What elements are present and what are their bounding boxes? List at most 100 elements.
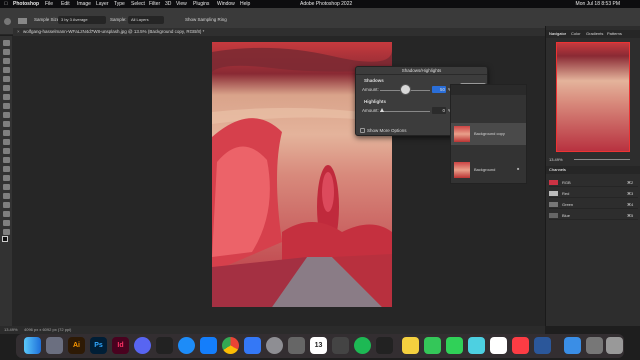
maps-icon[interactable] xyxy=(468,337,485,354)
history-brush-tool-icon[interactable] xyxy=(3,130,10,136)
layer-row-background-copy[interactable]: Background copy xyxy=(451,123,526,145)
foreground-color-swatch[interactable] xyxy=(2,236,8,242)
channel-shortcut: ⌘4 xyxy=(627,202,634,207)
stamp-tool-icon[interactable] xyxy=(3,121,10,127)
tab-patterns[interactable]: Patterns xyxy=(607,30,622,38)
frame-tool-icon[interactable] xyxy=(3,85,10,91)
highlights-slider-thumb[interactable] xyxy=(380,108,384,112)
keychain-icon[interactable] xyxy=(288,337,305,354)
dodge-tool-icon[interactable] xyxy=(3,166,10,172)
brush-tool-icon[interactable] xyxy=(3,112,10,118)
marquee-tool-icon[interactable] xyxy=(3,49,10,55)
show-more-options-label: Show More Options xyxy=(367,128,407,133)
tab-color[interactable]: Color xyxy=(571,30,581,38)
status-document-info: 4096 px x 6092 px (72 ppi) xyxy=(24,327,72,332)
folder-icon[interactable] xyxy=(564,337,581,354)
mail-icon[interactable] xyxy=(244,337,261,354)
move-tool-icon[interactable] xyxy=(3,40,10,46)
discord-icon[interactable] xyxy=(134,337,151,354)
sample-select[interactable]: All Layers xyxy=(128,16,164,24)
messages-icon[interactable] xyxy=(424,337,441,354)
launchpad-icon[interactable] xyxy=(46,337,63,354)
illustrator-icon[interactable]: Ai xyxy=(68,337,85,354)
menu-help[interactable]: Help xyxy=(240,0,250,8)
gradient-tool-icon[interactable] xyxy=(3,148,10,154)
hand-tool-icon[interactable] xyxy=(3,211,10,217)
menu-type[interactable]: Type xyxy=(114,0,125,8)
channel-row-blue[interactable]: Blue ⌘5 xyxy=(549,211,638,220)
home-icon[interactable] xyxy=(4,18,11,25)
path-select-tool-icon[interactable] xyxy=(3,193,10,199)
indesign-icon[interactable]: Id xyxy=(112,337,129,354)
menu-filter[interactable]: Filter xyxy=(149,0,160,8)
shadows-amount-input[interactable]: 50 xyxy=(432,86,446,93)
app-store-icon[interactable] xyxy=(200,337,217,354)
type-tool-icon[interactable] xyxy=(3,184,10,190)
document-tab[interactable]: wolfgang-hasselmann-WFaLzN4d7W8-unsplash… xyxy=(23,28,204,36)
menu-select[interactable]: Select xyxy=(131,0,145,8)
layer-row-background[interactable]: Background ■ xyxy=(451,159,526,181)
menu-window[interactable]: Window xyxy=(217,0,235,8)
menu-layer[interactable]: Layer xyxy=(96,0,109,8)
channel-row-red[interactable]: Red ⌘3 xyxy=(549,189,638,198)
eyedropper-tool-icon[interactable] xyxy=(3,94,10,100)
apple-icon[interactable]:  xyxy=(4,0,8,8)
shape-tool-icon[interactable] xyxy=(3,202,10,208)
eraser-tool-icon[interactable] xyxy=(3,139,10,145)
menu-edit[interactable]: Edit xyxy=(61,0,70,8)
blur-tool-icon[interactable] xyxy=(3,157,10,163)
shadows-amount-slider[interactable] xyxy=(380,84,430,95)
terminal-icon[interactable] xyxy=(376,337,393,354)
menu-3d[interactable]: 3D xyxy=(165,0,171,8)
facetime-icon[interactable] xyxy=(446,337,463,354)
photoshop-icon[interactable]: Ps xyxy=(90,337,107,354)
chrome-icon[interactable] xyxy=(222,337,239,354)
notes-icon[interactable] xyxy=(402,337,419,354)
menu-file[interactable]: File xyxy=(45,0,53,8)
shadows-slider-thumb[interactable] xyxy=(400,84,411,95)
show-sampling-ring-checkbox[interactable]: Show Sampling Ring xyxy=(185,17,227,22)
downloads-stack-icon[interactable] xyxy=(586,337,603,354)
channel-name: Red xyxy=(562,191,570,196)
finder-icon[interactable] xyxy=(24,337,41,354)
zoom-tool-icon[interactable] xyxy=(3,220,10,226)
settings-icon[interactable] xyxy=(266,337,283,354)
calendar-icon[interactable]: 13 xyxy=(310,337,327,354)
quick-select-tool-icon[interactable] xyxy=(3,67,10,73)
spotify-icon[interactable] xyxy=(354,337,371,354)
trash-icon[interactable] xyxy=(606,337,623,354)
photos-icon[interactable] xyxy=(490,337,507,354)
menu-plugins[interactable]: Plugins xyxy=(193,0,209,8)
navigator-preview[interactable] xyxy=(556,42,630,152)
tab-gradients[interactable]: Gradients xyxy=(586,30,603,38)
show-more-options-checkbox[interactable] xyxy=(360,128,365,133)
menu-image[interactable]: Image xyxy=(77,0,91,8)
tab-navigator[interactable]: Navigator xyxy=(549,30,566,38)
unity-icon[interactable] xyxy=(156,337,173,354)
crop-tool-icon[interactable] xyxy=(3,76,10,82)
pen-tool-icon[interactable] xyxy=(3,175,10,181)
status-zoom[interactable]: 13.49% xyxy=(4,326,18,334)
menu-app-name[interactable]: Photoshop xyxy=(13,0,39,8)
navigator-zoom-slider[interactable] xyxy=(574,159,630,160)
healing-tool-icon[interactable] xyxy=(3,103,10,109)
more-tools-icon[interactable] xyxy=(3,229,10,235)
layers-panel-header xyxy=(451,85,526,95)
channels-header[interactable]: Channels xyxy=(546,166,640,174)
layer-thumbnail xyxy=(454,162,470,178)
highlights-amount-slider[interactable] xyxy=(380,108,430,112)
highlights-amount-input[interactable]: 0 xyxy=(432,107,446,114)
safari-icon[interactable] xyxy=(178,337,195,354)
navigator-zoom-value[interactable]: 13.49% xyxy=(549,157,563,162)
sample-size-select[interactable]: 3 by 3 Average xyxy=(58,16,106,24)
menu-view[interactable]: View xyxy=(176,0,187,8)
dialog-title: Shadows/Highlights xyxy=(356,67,487,75)
channel-row-green[interactable]: Green ⌘4 xyxy=(549,200,638,209)
activity-monitor-icon[interactable] xyxy=(332,337,349,354)
lasso-tool-icon[interactable] xyxy=(3,58,10,64)
close-tab-icon[interactable]: × xyxy=(17,28,20,36)
channel-row-rgb[interactable]: RGB ⌘2 xyxy=(549,178,638,187)
word-icon[interactable] xyxy=(534,337,551,354)
music-icon[interactable] xyxy=(512,337,529,354)
eyedropper-icon[interactable] xyxy=(18,18,27,24)
